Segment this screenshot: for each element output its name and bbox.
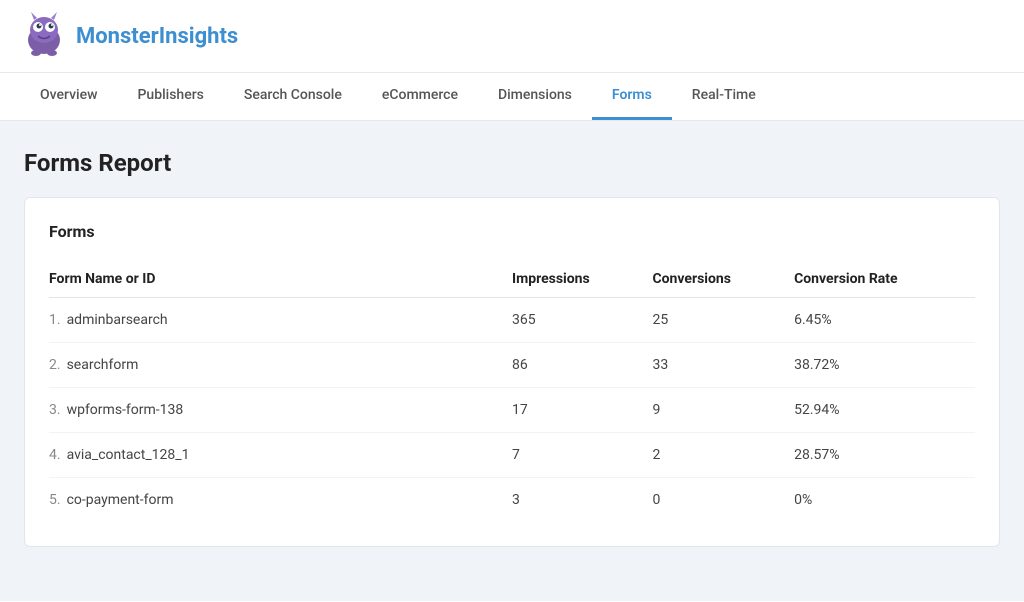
row-number: 3.: [49, 402, 61, 418]
cell-form-name: 1. adminbarsearch: [49, 298, 512, 343]
cell-form-name: 3. wpforms-form-138: [49, 388, 512, 433]
logo-dark: Monster: [76, 24, 159, 49]
table-row: 4. avia_contact_128_1 7228.57%: [49, 433, 975, 478]
page-title: Forms Report: [24, 149, 1000, 177]
cell-form-name: 2. searchform: [49, 343, 512, 388]
content: Forms Report Forms Form Name or ID Impre…: [0, 121, 1024, 601]
row-number: 1.: [49, 312, 61, 328]
card-title: Forms: [49, 222, 975, 241]
table-row: 3. wpforms-form-138 17952.94%: [49, 388, 975, 433]
cell-impressions: 86: [512, 343, 652, 388]
col-header-impressions: Impressions: [512, 261, 652, 298]
table-row: 5. co-payment-form 300%: [49, 478, 975, 523]
cell-impressions: 7: [512, 433, 652, 478]
logo-icon: [20, 12, 68, 60]
col-header-rate: Conversion Rate: [794, 261, 975, 298]
cell-conversion-rate: 0%: [794, 478, 975, 523]
col-header-name: Form Name or ID: [49, 261, 512, 298]
row-number: 4.: [49, 447, 61, 463]
cell-conversion-rate: 28.57%: [794, 433, 975, 478]
form-name-value: searchform: [67, 357, 139, 373]
cell-conversion-rate: 6.45%: [794, 298, 975, 343]
row-number: 2.: [49, 357, 61, 373]
nav-bar: OverviewPublishersSearch ConsoleeCommerc…: [0, 73, 1024, 121]
cell-form-name: 5. co-payment-form: [49, 478, 512, 523]
logo-blue: Insights: [159, 24, 239, 49]
form-name-value: co-payment-form: [67, 492, 174, 508]
cell-conversions: 9: [652, 388, 794, 433]
cell-conversions: 0: [652, 478, 794, 523]
cell-conversion-rate: 52.94%: [794, 388, 975, 433]
cell-form-name: 4. avia_contact_128_1: [49, 433, 512, 478]
cell-impressions: 3: [512, 478, 652, 523]
table-header-row: Form Name or ID Impressions Conversions …: [49, 261, 975, 298]
logo-text: MonsterInsights: [76, 24, 238, 49]
cell-conversion-rate: 38.72%: [794, 343, 975, 388]
nav-item-overview[interactable]: Overview: [20, 73, 117, 120]
cell-conversions: 25: [652, 298, 794, 343]
form-name-value: adminbarsearch: [67, 312, 168, 328]
header: MonsterInsights: [0, 0, 1024, 73]
logo-area: MonsterInsights: [20, 12, 238, 60]
nav-item-dimensions[interactable]: Dimensions: [478, 73, 592, 120]
nav-item-real-time[interactable]: Real-Time: [672, 73, 776, 120]
row-number: 5.: [49, 492, 61, 508]
cell-conversions: 2: [652, 433, 794, 478]
form-name-value: avia_contact_128_1: [67, 447, 190, 463]
forms-card: Forms Form Name or ID Impressions Conver…: [24, 197, 1000, 547]
cell-impressions: 17: [512, 388, 652, 433]
table-body: 1. adminbarsearch 365256.45% 2. searchform 86…: [49, 298, 975, 523]
nav-item-forms[interactable]: Forms: [592, 73, 672, 120]
forms-table: Form Name or ID Impressions Conversions …: [49, 261, 975, 522]
nav-item-publishers[interactable]: Publishers: [117, 73, 223, 120]
app-wrapper: MonsterInsights OverviewPublishersSearch…: [0, 0, 1024, 602]
nav-item-search-console[interactable]: Search Console: [224, 73, 362, 120]
form-name-value: wpforms-form-138: [67, 402, 184, 418]
cell-conversions: 33: [652, 343, 794, 388]
cell-impressions: 365: [512, 298, 652, 343]
table-row: 1. adminbarsearch 365256.45%: [49, 298, 975, 343]
table-row: 2. searchform 863338.72%: [49, 343, 975, 388]
col-header-conversions: Conversions: [652, 261, 794, 298]
nav-item-ecommerce[interactable]: eCommerce: [362, 73, 478, 120]
